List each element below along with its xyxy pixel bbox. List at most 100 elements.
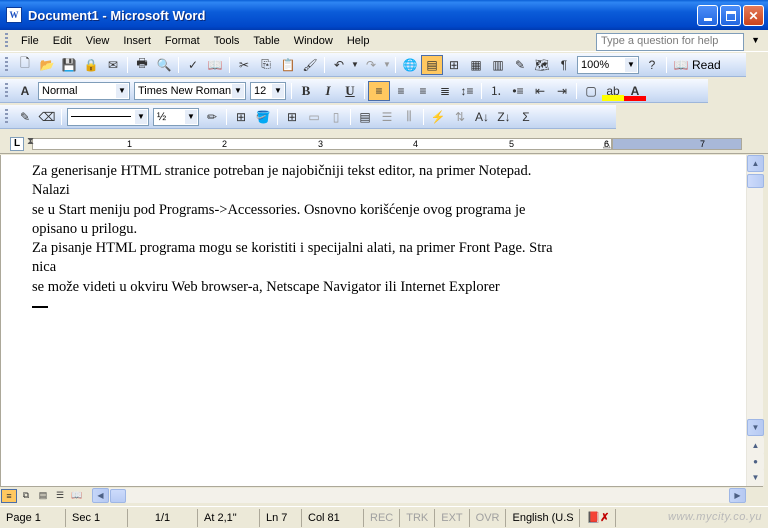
menu-insert[interactable]: Insert	[116, 35, 158, 47]
select-browse-object-icon[interactable]: ●	[747, 453, 764, 470]
zoom-select[interactable]: 100% ▼	[577, 55, 639, 74]
sort-descending-icon[interactable]: Z↓	[493, 107, 515, 127]
draw-table-icon[interactable]: ✎	[14, 107, 36, 127]
autoformat-table-icon[interactable]: ⚡	[427, 107, 449, 127]
menu-grip[interactable]	[5, 32, 8, 49]
numbering-icon[interactable]: ⒈	[485, 81, 507, 101]
tab-selector[interactable]: L	[10, 137, 24, 151]
font-dropdown-icon[interactable]: ▼	[232, 83, 244, 98]
styles-pane-icon[interactable]: A	[14, 81, 36, 101]
text-direction-icon[interactable]: ⇅	[449, 107, 471, 127]
decrease-indent-icon[interactable]: ⇤	[529, 81, 551, 101]
line-style-dropdown-icon[interactable]: ▼	[135, 109, 147, 124]
justify-icon[interactable]: ≣	[434, 81, 456, 101]
document-line[interactable]: Nalazi	[32, 181, 622, 200]
ask-question-input[interactable]: Type a question for help	[596, 33, 744, 51]
menu-file[interactable]: File	[14, 35, 46, 47]
document-line[interactable]: Za pisanje HTML programa mogu se koristi…	[32, 239, 622, 258]
columns-icon[interactable]: ▥	[487, 55, 509, 75]
formatting-toolbar-grip[interactable]	[5, 82, 8, 99]
highlight-icon[interactable]: ab	[602, 80, 624, 101]
vertical-scrollbar[interactable]: ▲ ▼ ▲ ● ▼	[746, 155, 764, 486]
border-icon[interactable]: ▢	[580, 81, 602, 101]
tables-borders-icon[interactable]: ▤	[421, 54, 443, 75]
help-icon[interactable]: ?	[641, 55, 663, 75]
insert-table-icon[interactable]: ⊞	[443, 55, 465, 75]
new-document-icon[interactable]: 🗋	[14, 55, 36, 75]
previous-page-icon[interactable]: ▲	[747, 437, 764, 454]
border-color-icon[interactable]: ✏	[201, 107, 223, 127]
font-color-icon[interactable]: A	[624, 80, 646, 101]
document-text[interactable]: Za generisanje HTML stranice potreban je…	[32, 162, 622, 316]
status-trk[interactable]: TRK	[400, 508, 436, 527]
align-center-icon[interactable]: ≡	[390, 81, 412, 101]
style-select[interactable]: Normal ▼	[38, 81, 130, 100]
split-cells-icon[interactable]: ▯	[325, 107, 347, 127]
align-cell-icon[interactable]: ▤	[354, 107, 376, 127]
font-select[interactable]: Times New Roman ▼	[134, 81, 246, 100]
line-weight-select[interactable]: ½ ▼	[153, 107, 199, 126]
undo-icon[interactable]: ↶	[328, 55, 350, 75]
menu-tools[interactable]: Tools	[207, 35, 247, 47]
document-map-icon[interactable]: 🗺	[531, 55, 553, 75]
document-area[interactable]: Za generisanje HTML stranice potreban je…	[0, 155, 746, 486]
format-painter-icon[interactable]: 🖌	[299, 55, 321, 75]
zoom-dropdown-icon[interactable]: ▼	[625, 57, 637, 72]
reading-layout-icon[interactable]: 📖	[69, 489, 85, 503]
scroll-left-button[interactable]: ◀	[92, 488, 109, 503]
standard-toolbar-grip[interactable]	[5, 56, 8, 73]
outside-border-icon[interactable]: ⊞	[230, 107, 252, 127]
hyperlink-icon[interactable]: 🌐	[399, 55, 421, 75]
horizontal-scroll-thumb[interactable]	[110, 489, 126, 503]
bold-button[interactable]: B	[295, 81, 317, 101]
line-weight-dropdown-icon[interactable]: ▼	[185, 109, 197, 124]
document-line[interactable]: se u Start meniju pod Programs->Accessor…	[32, 201, 622, 220]
permission-icon[interactable]: 🔒	[80, 55, 102, 75]
undo-dropdown-icon[interactable]: ▼	[350, 55, 360, 75]
print-layout-icon[interactable]: ▤	[35, 489, 51, 503]
redo-dropdown-icon[interactable]: ▼	[382, 55, 392, 75]
menu-format[interactable]: Format	[158, 35, 207, 47]
underline-button[interactable]: U	[339, 81, 361, 101]
next-page-icon[interactable]: ▼	[747, 469, 764, 486]
read-icon[interactable]: 📖	[670, 55, 692, 75]
merge-cells-icon[interactable]: ▭	[303, 107, 325, 127]
open-folder-icon[interactable]: 📂	[36, 55, 58, 75]
font-size-select[interactable]: 12 ▼	[250, 81, 286, 100]
save-icon[interactable]: 💾	[58, 55, 80, 75]
minimize-button[interactable]	[697, 5, 718, 26]
email-icon[interactable]: ✉	[102, 55, 124, 75]
status-ext[interactable]: EXT	[435, 508, 470, 527]
sort-ascending-icon[interactable]: A↓	[471, 107, 493, 127]
scroll-down-button[interactable]: ▼	[747, 419, 764, 436]
bullets-icon[interactable]: •≡	[507, 81, 529, 101]
distribute-columns-icon[interactable]: ⫼	[398, 107, 420, 127]
status-language[interactable]: English (U.S	[506, 508, 581, 527]
cut-icon[interactable]: ✂	[233, 55, 255, 75]
line-style-select[interactable]: ▼	[67, 107, 149, 126]
menu-window[interactable]: Window	[287, 35, 340, 47]
left-indent-marker[interactable]: ⧗	[27, 136, 34, 147]
tables-toolbar-grip[interactable]	[5, 108, 8, 125]
document-line[interactable]: opisano u prilogu.	[32, 220, 622, 239]
insert-excel-icon[interactable]: ▦	[465, 55, 487, 75]
drawing-icon[interactable]: ✎	[509, 55, 531, 75]
document-line[interactable]: Za generisanje HTML stranice potreban je…	[32, 162, 622, 181]
shading-icon[interactable]: 🪣	[252, 107, 274, 127]
document-line[interactable]: se može videti u okviru Web browser-a, N…	[32, 278, 622, 297]
menu-view[interactable]: View	[79, 35, 117, 47]
paste-icon[interactable]: 📋	[277, 55, 299, 75]
eraser-icon[interactable]: ⌫	[36, 107, 58, 127]
align-left-icon[interactable]: ≡	[368, 80, 390, 101]
menu-edit[interactable]: Edit	[46, 35, 79, 47]
status-rec[interactable]: REC	[364, 508, 401, 527]
line-spacing-icon[interactable]: ↕≡	[456, 81, 478, 101]
scroll-right-button[interactable]: ▶	[729, 488, 746, 503]
normal-view-icon[interactable]: ≡	[1, 488, 17, 503]
copy-icon[interactable]: ⎘	[255, 55, 277, 75]
maximize-button[interactable]	[720, 5, 741, 26]
outline-view-icon[interactable]: ☰	[52, 489, 68, 503]
vertical-scroll-thumb[interactable]	[747, 174, 764, 188]
read-label[interactable]: Read	[692, 58, 721, 72]
increase-indent-icon[interactable]: ⇥	[551, 81, 573, 101]
